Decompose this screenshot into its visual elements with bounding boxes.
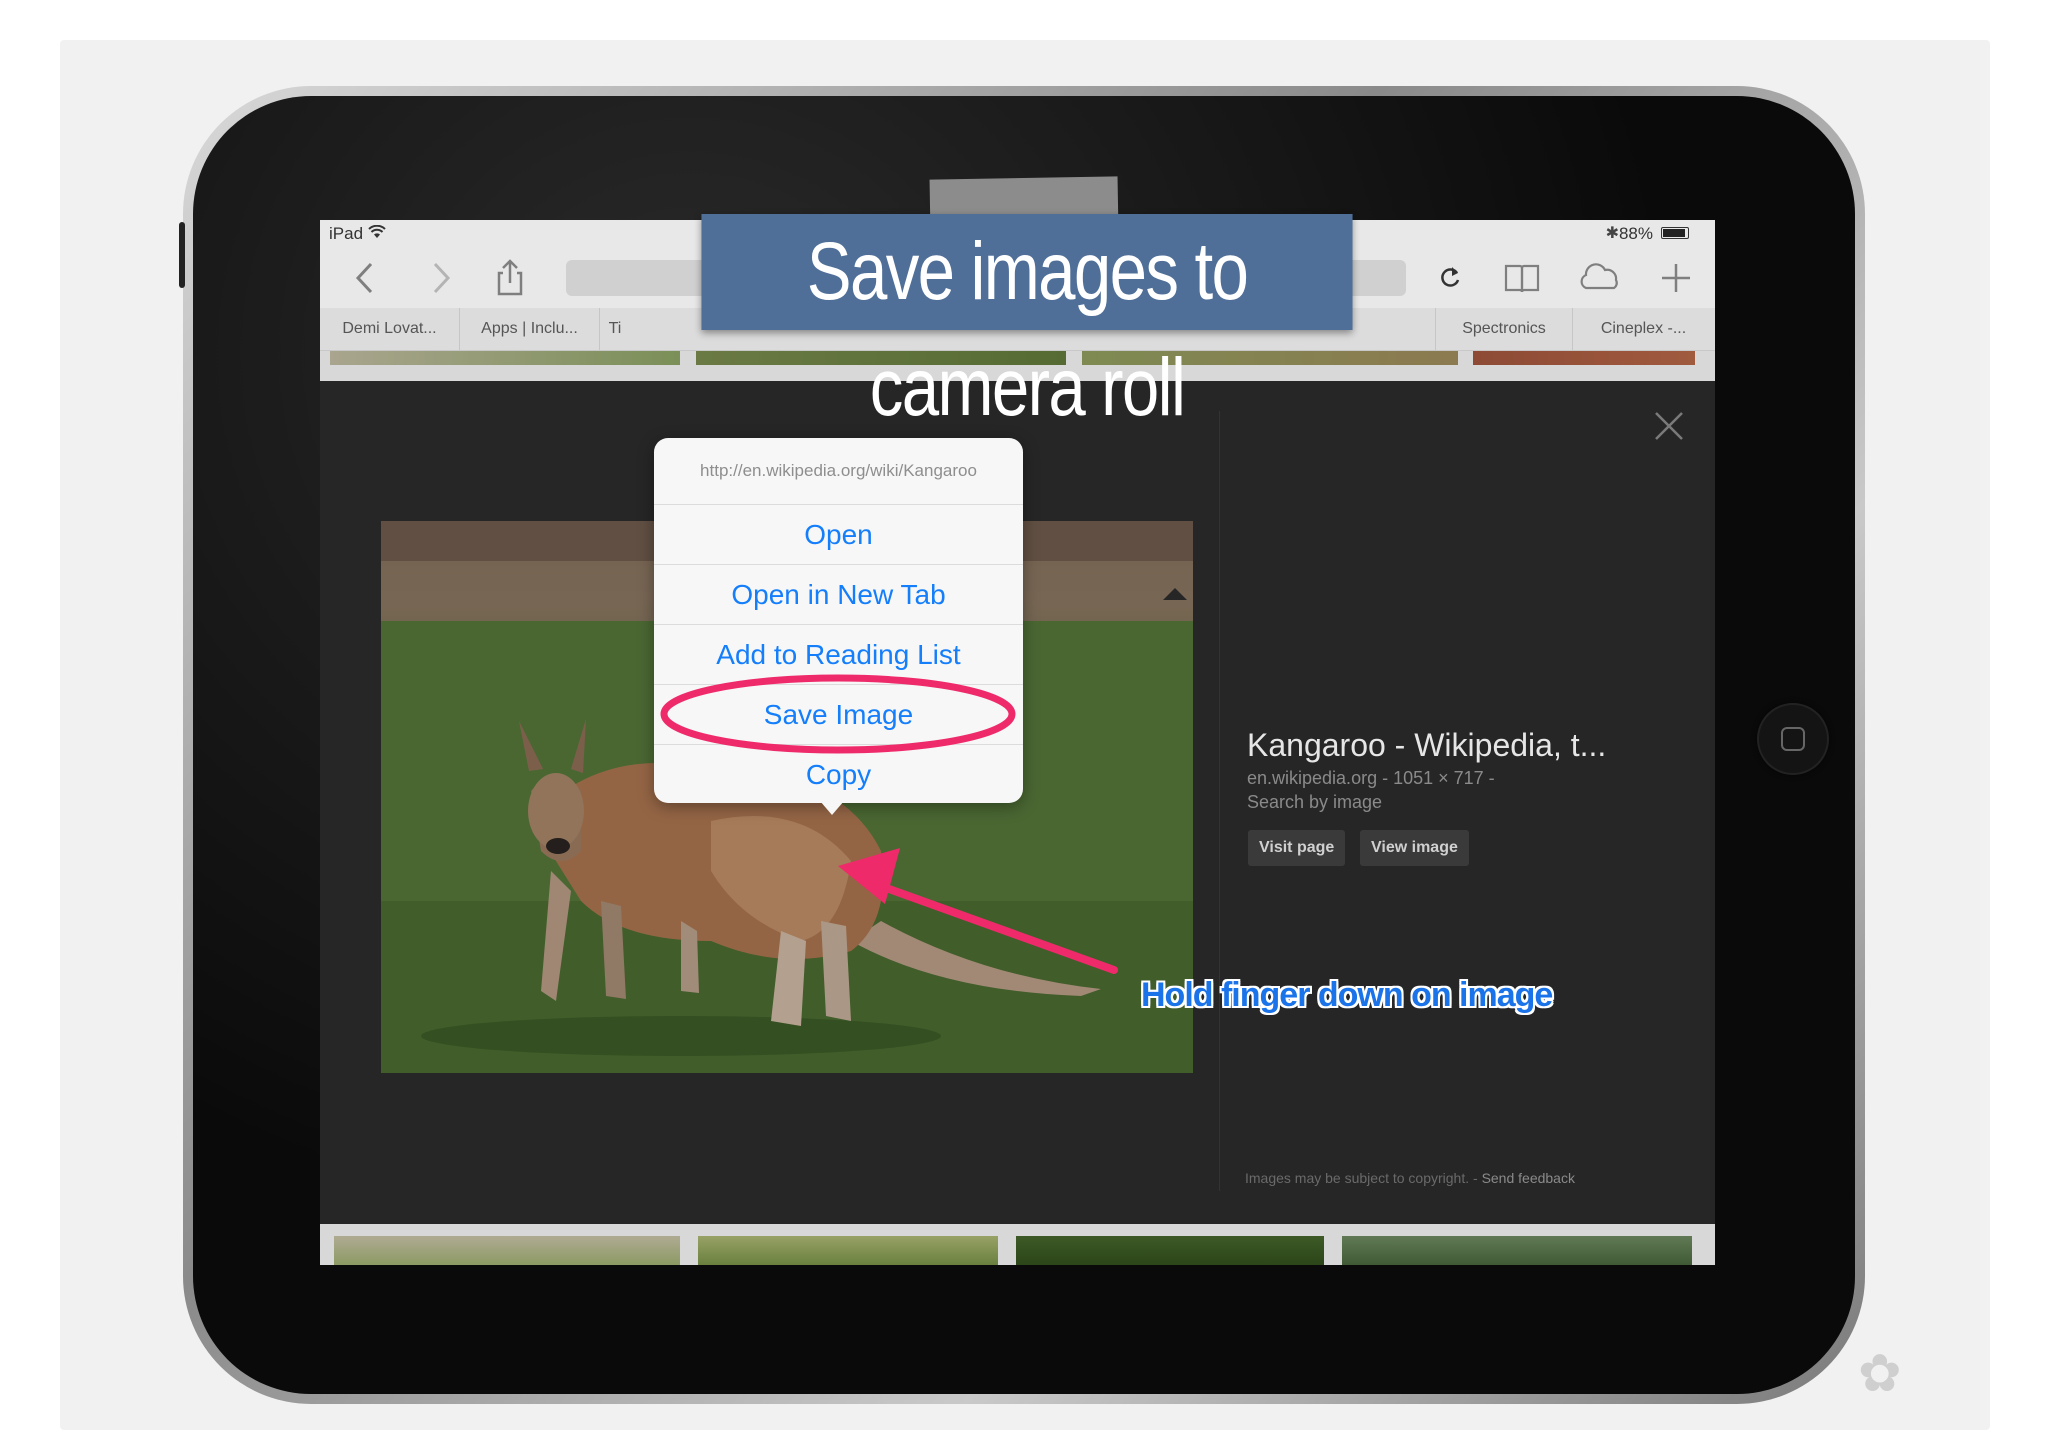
pointer-arrow [874,881,1118,974]
highlight-ring [660,674,1016,754]
annotation-overlay [660,674,1118,974]
hint-caption: Hold finger down on image [1141,976,1553,1014]
pointer-arrowhead [838,848,900,904]
flower-logo-icon: ✿ [1858,1345,1902,1403]
